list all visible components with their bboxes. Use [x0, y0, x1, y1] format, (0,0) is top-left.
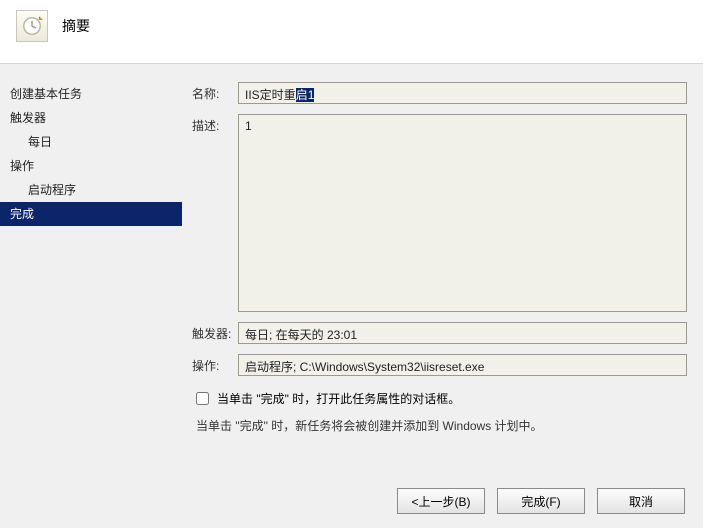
page-title: 摘要 — [62, 10, 90, 36]
open-properties-label: 当单击 "完成" 时，打开此任务属性的对话框。 — [217, 390, 460, 407]
name-value-prefix: IIS定时重 — [245, 88, 296, 102]
cancel-button[interactable]: 取消 — [597, 488, 685, 514]
sidebar-item-action[interactable]: 操作 — [0, 154, 182, 178]
clock-icon — [16, 10, 48, 42]
name-label: 名称: — [192, 82, 238, 104]
sidebar-item-create[interactable]: 创建基本任务 — [0, 82, 182, 106]
wizard-footer: <上一步(B) 完成(F) 取消 — [397, 488, 685, 514]
back-button[interactable]: <上一步(B) — [397, 488, 485, 514]
trigger-label: 触发器: — [192, 322, 238, 344]
desc-label: 描述: — [192, 114, 238, 312]
name-value-selected: 启1 — [296, 88, 315, 102]
finish-info-text: 当单击 "完成" 时，新任务将会被创建并添加到 Windows 计划中。 — [196, 417, 687, 434]
sidebar-item-startprogram[interactable]: 启动程序 — [0, 178, 182, 202]
description-field: 1 — [238, 114, 687, 312]
wizard-steps: 创建基本任务 触发器 每日 操作 启动程序 完成 — [0, 64, 182, 464]
sidebar-item-finish[interactable]: 完成 — [0, 202, 182, 226]
sidebar-item-trigger[interactable]: 触发器 — [0, 106, 182, 130]
trigger-field: 每日; 在每天的 23:01 — [238, 322, 687, 344]
summary-panel: 名称: IIS定时重启1 描述: 1 触发器: 每日; 在每天的 23:01 操… — [182, 64, 703, 464]
finish-button[interactable]: 完成(F) — [497, 488, 585, 514]
open-properties-checkbox[interactable] — [196, 392, 209, 405]
sidebar-item-daily[interactable]: 每日 — [0, 130, 182, 154]
wizard-header: 摘要 — [0, 0, 703, 64]
action-field: 启动程序; C:\Windows\System32\iisreset.exe — [238, 354, 687, 376]
name-field: IIS定时重启1 — [238, 82, 687, 104]
action-label: 操作: — [192, 354, 238, 376]
